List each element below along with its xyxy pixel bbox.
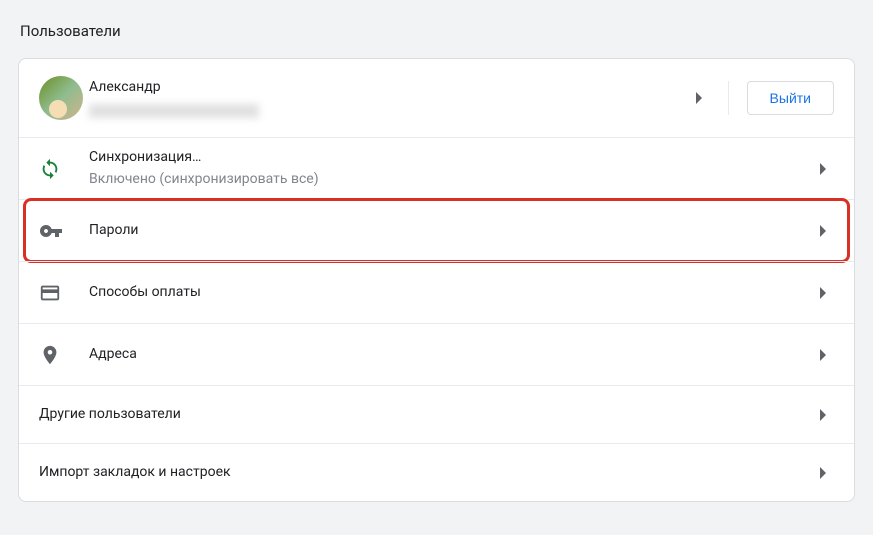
profile-email: redacted@example.com	[89, 104, 259, 118]
import-row[interactable]: Импорт закладок и настроек	[19, 443, 854, 501]
sync-icon	[39, 158, 61, 180]
chevron-right-icon	[690, 92, 710, 104]
location-icon	[39, 344, 61, 366]
chevron-right-icon	[814, 287, 834, 299]
payment-title: Способы оплаты	[89, 283, 814, 303]
avatar	[39, 76, 83, 120]
page-title: Пользователи	[20, 22, 855, 40]
key-icon	[39, 219, 63, 243]
chevron-right-icon	[814, 349, 834, 361]
payment-row[interactable]: Способы оплаты	[19, 261, 854, 323]
chevron-right-icon	[814, 163, 834, 175]
separator	[728, 81, 729, 115]
addresses-title: Адреса	[89, 345, 814, 365]
credit-card-icon	[39, 282, 61, 304]
chevron-right-icon	[814, 467, 834, 479]
settings-card: Александр redacted@example.com Выйти Син…	[18, 58, 855, 502]
passwords-title: Пароли	[89, 221, 814, 241]
sync-row[interactable]: Синхронизация… Включено (синхронизироват…	[19, 137, 854, 199]
profile-row[interactable]: Александр redacted@example.com Выйти	[19, 59, 854, 137]
sync-title: Синхронизация…	[89, 148, 814, 168]
import-title: Импорт закладок и настроек	[39, 463, 814, 483]
chevron-right-icon	[814, 409, 834, 421]
chevron-right-icon	[814, 225, 834, 237]
other-users-row[interactable]: Другие пользователи	[19, 385, 854, 443]
other-users-title: Другие пользователи	[39, 405, 814, 425]
profile-name: Александр	[89, 78, 690, 98]
signout-button[interactable]: Выйти	[747, 81, 834, 115]
addresses-row[interactable]: Адреса	[19, 323, 854, 385]
sync-sub: Включено (синхронизировать все)	[89, 170, 814, 190]
passwords-row[interactable]: Пароли	[19, 199, 854, 261]
